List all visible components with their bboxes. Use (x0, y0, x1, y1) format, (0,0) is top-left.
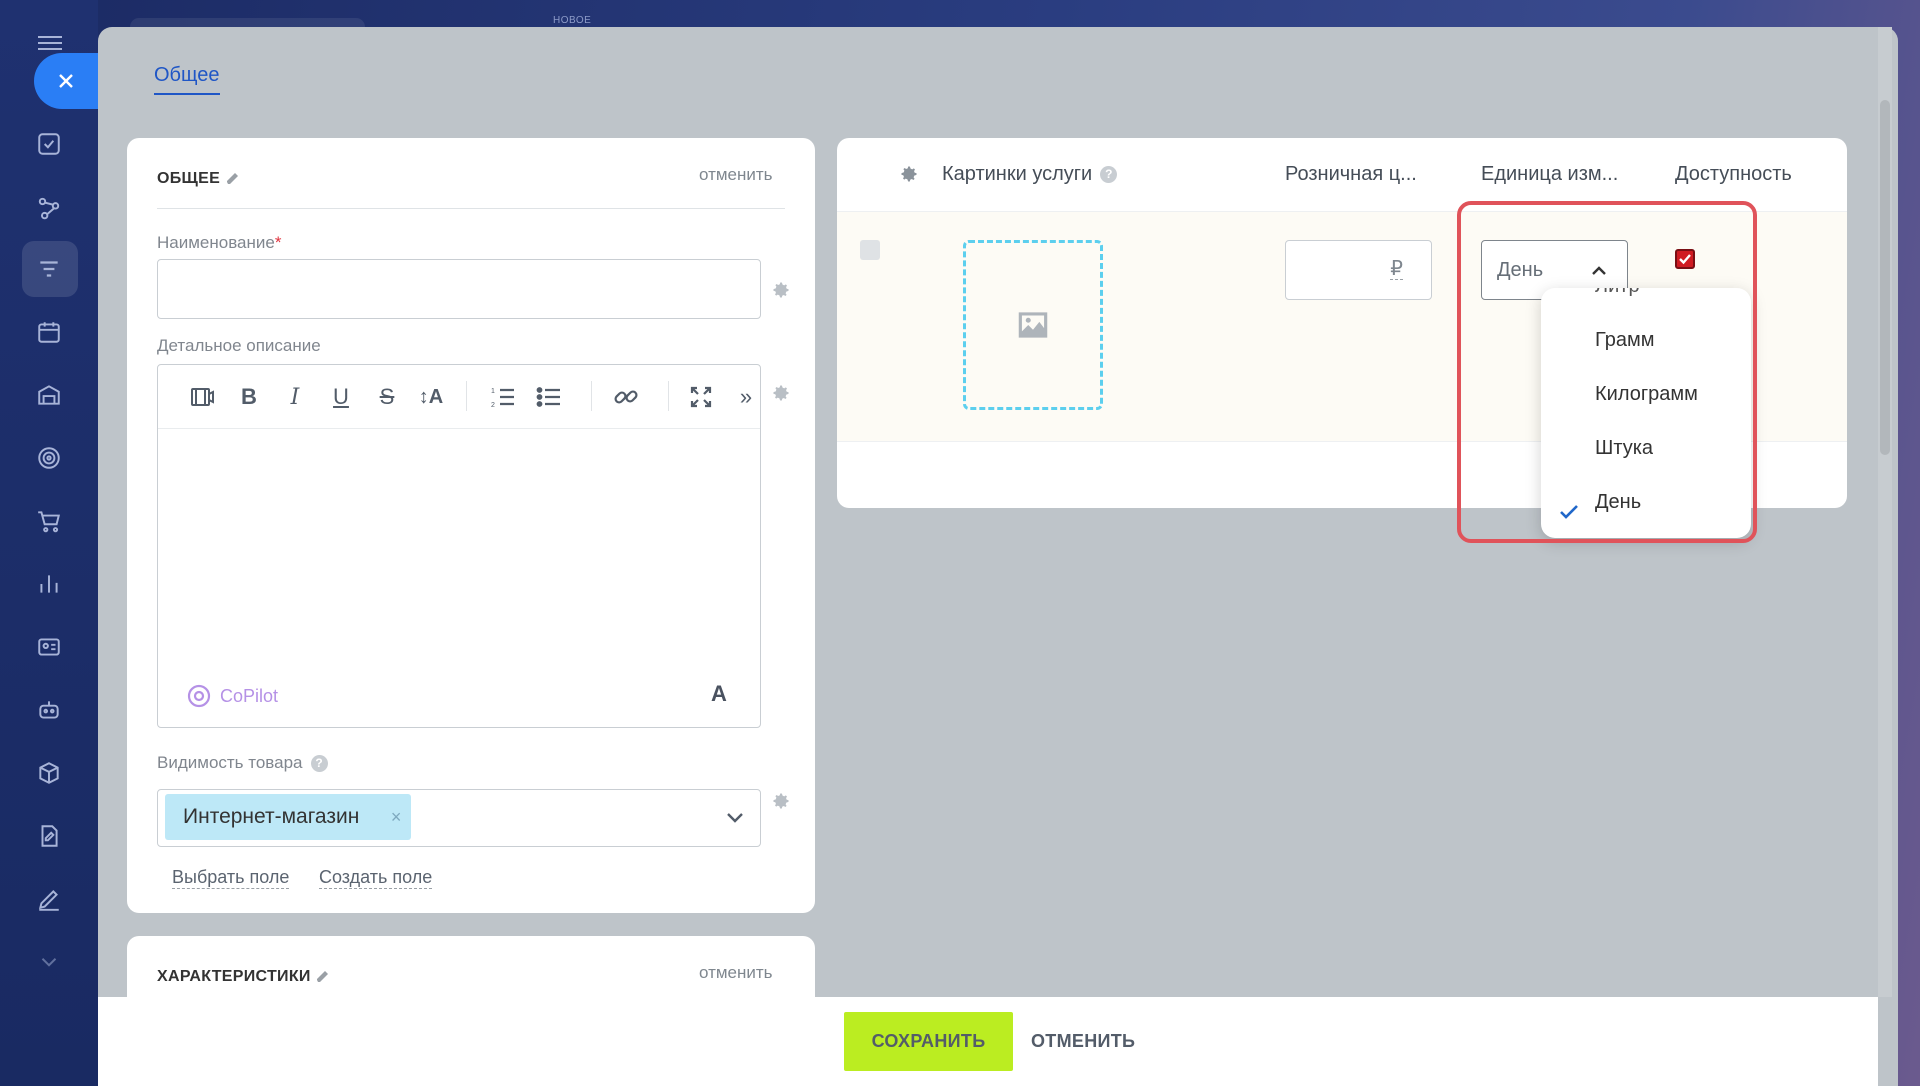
characteristics-cancel-link[interactable]: отменить (699, 963, 773, 983)
save-button[interactable]: СОХРАНИТЬ (844, 1012, 1013, 1071)
new-badge: НОВОЕ (553, 15, 592, 26)
box-icon[interactable] (36, 760, 62, 786)
general-section-title: ОБЩЕЕ (157, 170, 221, 187)
document-edit-icon[interactable] (36, 823, 62, 849)
image-upload-dropzone[interactable] (963, 240, 1103, 410)
column-header-availability[interactable]: Доступность (1675, 163, 1792, 186)
underline-icon[interactable]: U (326, 383, 356, 411)
bullet-list-icon[interactable] (532, 383, 566, 411)
target-icon[interactable] (36, 445, 62, 471)
more-tools-icon[interactable]: » (736, 383, 756, 411)
currency-symbol: ₽ (1390, 258, 1403, 280)
column-header-price[interactable]: Розничная ц... (1285, 163, 1417, 186)
column-header-images-label: Картинки услуги (942, 163, 1093, 185)
strikethrough-icon[interactable]: S (372, 383, 402, 411)
copilot-label: CoPilot (220, 685, 279, 706)
svg-text:1: 1 (491, 388, 495, 395)
visibility-settings-gear-icon[interactable] (771, 791, 791, 811)
image-placeholder-icon (1018, 312, 1048, 338)
italic-icon[interactable]: I (280, 383, 310, 411)
toolbar-separator (668, 381, 669, 411)
crm-icon[interactable] (36, 195, 62, 221)
tasks-icon[interactable] (36, 131, 62, 157)
row-select-checkbox[interactable] (860, 240, 880, 260)
description-editor[interactable]: B I U S ↕A 12 » CoPilot A (157, 364, 761, 728)
section-divider (157, 208, 785, 209)
visibility-tag-label: Интернет-магазин (183, 805, 360, 828)
checkmark-icon (1679, 254, 1691, 265)
visibility-tag: Интернет-магазин × (165, 794, 412, 840)
svg-text:2: 2 (491, 402, 495, 409)
unit-dropdown-menu: Литр Грамм Килограмм Штука День (1541, 288, 1751, 538)
bold-icon[interactable]: B (234, 383, 264, 411)
tab-general[interactable]: Общее (154, 64, 220, 95)
contact-card-icon[interactable] (36, 634, 62, 660)
close-icon (59, 74, 73, 88)
fullscreen-icon[interactable] (686, 383, 716, 411)
general-cancel-link[interactable]: отменить (699, 165, 773, 185)
cart-icon[interactable] (36, 508, 62, 534)
analytics-icon[interactable] (36, 571, 62, 597)
copilot-button[interactable]: CoPilot (186, 683, 278, 709)
numbered-list-icon[interactable]: 12 (486, 383, 520, 411)
hamburger-icon[interactable] (38, 36, 62, 50)
name-settings-gear-icon[interactable] (771, 280, 791, 300)
font-size-icon[interactable]: ↕A (414, 383, 448, 411)
description-settings-gear-icon[interactable] (771, 383, 791, 403)
grid-settings-gear-icon[interactable] (899, 164, 919, 184)
select-field-link[interactable]: Выбрать поле (172, 867, 290, 889)
required-mark: * (274, 233, 282, 252)
editor-toolbar: B I U S ↕A 12 » (158, 365, 760, 429)
store-icon[interactable] (36, 382, 62, 408)
name-input[interactable] (157, 259, 761, 319)
chevron-down-icon[interactable] (724, 806, 746, 828)
unit-option[interactable]: Штука (1541, 426, 1751, 470)
visibility-label: Видимость товара? (157, 753, 328, 773)
scrollbar-thumb[interactable] (1880, 100, 1890, 455)
chevron-up-icon (1589, 261, 1609, 281)
video-icon[interactable] (186, 383, 218, 411)
description-label: Детальное описание (157, 336, 321, 355)
toolbar-separator (466, 381, 467, 411)
catalog-icon[interactable] (36, 256, 62, 282)
unit-option-selected[interactable]: День (1541, 480, 1751, 524)
tag-remove-icon[interactable]: × (391, 794, 402, 840)
link-icon[interactable] (610, 383, 642, 411)
chevron-down-icon[interactable] (36, 949, 62, 975)
copilot-icon (187, 684, 211, 708)
calendar-icon[interactable] (36, 319, 62, 345)
pencil-icon[interactable] (225, 170, 241, 186)
name-label: Наименование* (157, 233, 281, 253)
close-panel-button[interactable] (34, 53, 98, 109)
left-nav-rail (0, 0, 98, 1086)
characteristics-section-title: ХАРАКТЕРИСТИКИ (157, 968, 311, 985)
toolbar-separator (591, 381, 592, 411)
unit-option[interactable]: Грамм (1541, 318, 1751, 362)
column-header-unit[interactable]: Единица изм... (1481, 163, 1618, 186)
unit-option-partial[interactable]: Литр (1541, 288, 1751, 308)
unit-option[interactable]: Килограмм (1541, 372, 1751, 416)
text-format-button[interactable]: A (711, 681, 727, 707)
robot-icon[interactable] (36, 697, 62, 723)
name-label-text: Наименование (157, 233, 275, 252)
unit-option-selected-label: День (1595, 491, 1642, 513)
help-icon[interactable]: ? (310, 755, 328, 773)
unit-select-value: День (1497, 259, 1544, 281)
pen-icon[interactable] (36, 886, 62, 912)
column-header-images[interactable]: Картинки услуги? (942, 163, 1118, 186)
availability-checkbox[interactable] (1675, 249, 1695, 269)
visibility-label-text: Видимость товара (157, 753, 303, 772)
price-input[interactable]: ₽ (1285, 240, 1432, 300)
create-field-link[interactable]: Создать поле (319, 867, 433, 889)
help-icon[interactable]: ? (1100, 166, 1118, 184)
pencil-icon[interactable] (315, 968, 331, 984)
checkmark-icon (1559, 493, 1579, 519)
cancel-button[interactable]: ОТМЕНИТЬ (1031, 1012, 1135, 1071)
